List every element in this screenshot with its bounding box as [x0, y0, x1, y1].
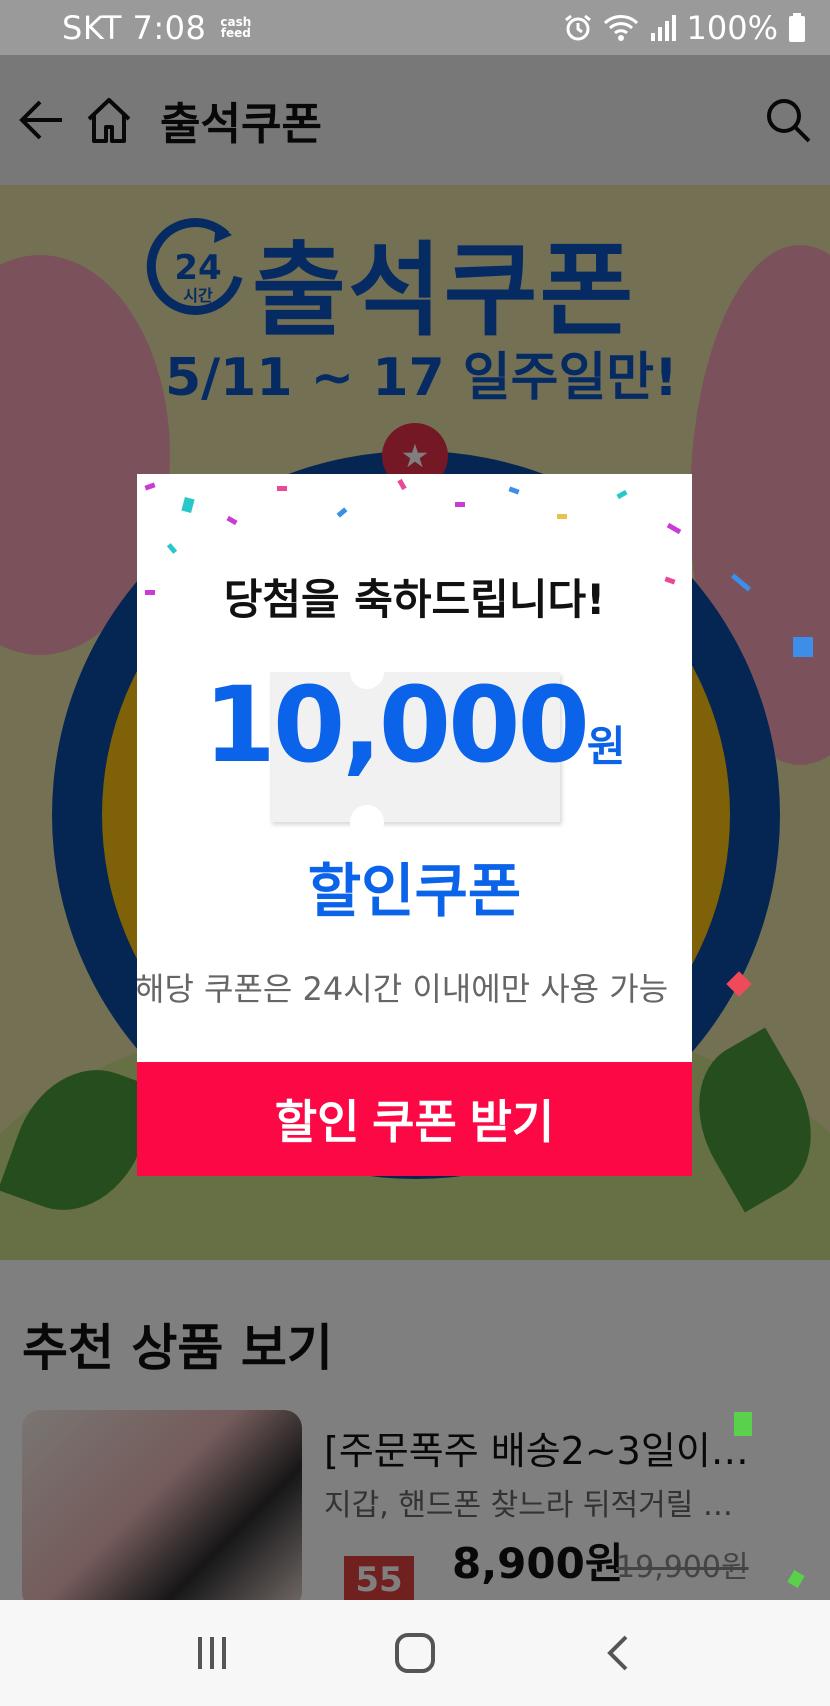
confetti-piece	[734, 1412, 752, 1436]
carrier-time: SKT 7:08	[62, 8, 207, 47]
coupon-win-modal: 당첨을 축하드립니다! 10,000원 할인쿠폰 해당 쿠폰은 24시간 이내에…	[137, 474, 692, 1176]
coupon-notice: 해당 쿠폰은 24시간 이내에만 사용 가능	[137, 970, 669, 1008]
chevron-left-icon	[607, 1635, 628, 1671]
confetti-piece	[455, 502, 465, 507]
confetti-piece	[277, 486, 287, 491]
home-nav-button[interactable]	[375, 1613, 455, 1693]
confetti-piece	[166, 543, 178, 554]
alarm-icon	[564, 14, 591, 40]
confetti-piece	[181, 496, 195, 514]
coupon-label: 할인쿠폰	[307, 857, 522, 925]
amount-value: 10,000	[203, 664, 590, 786]
back-nav-button[interactable]	[578, 1613, 658, 1693]
cashfeed-logo: cash feed	[220, 16, 251, 40]
confetti-piece	[793, 637, 813, 657]
confetti-piece	[616, 489, 628, 500]
system-nav-bar	[0, 1600, 830, 1706]
screen: SKT 7:08 cash feed 100% 출석쿠폰 ★	[0, 0, 830, 1706]
confetti-piece	[666, 522, 682, 535]
wifi-icon	[603, 14, 638, 41]
coupon-amount: 10,000원	[137, 664, 692, 786]
modal-heading: 당첨을 축하드립니다!	[223, 575, 606, 624]
recent-apps-icon	[197, 1637, 226, 1669]
confetti-piece	[336, 507, 348, 518]
confetti-piece	[144, 482, 156, 491]
amount-unit: 원	[586, 722, 626, 771]
confetti-piece	[397, 478, 407, 491]
recent-apps-button[interactable]	[172, 1613, 252, 1693]
status-icons: 100%	[563, 9, 806, 47]
signal-icon	[650, 14, 676, 41]
confetti-piece	[557, 514, 567, 519]
ticket-notch	[350, 805, 384, 839]
confetti-piece	[508, 486, 520, 495]
battery-icon	[789, 12, 805, 42]
cashfeed-bottom: feed	[220, 25, 251, 40]
confetti-piece	[226, 515, 238, 526]
status-bar: SKT 7:08 cash feed 100%	[0, 0, 830, 55]
get-coupon-button[interactable]: 할인 쿠폰 받기	[137, 1062, 692, 1176]
home-circle-icon	[394, 1633, 435, 1673]
battery-percent: 100%	[686, 8, 778, 47]
